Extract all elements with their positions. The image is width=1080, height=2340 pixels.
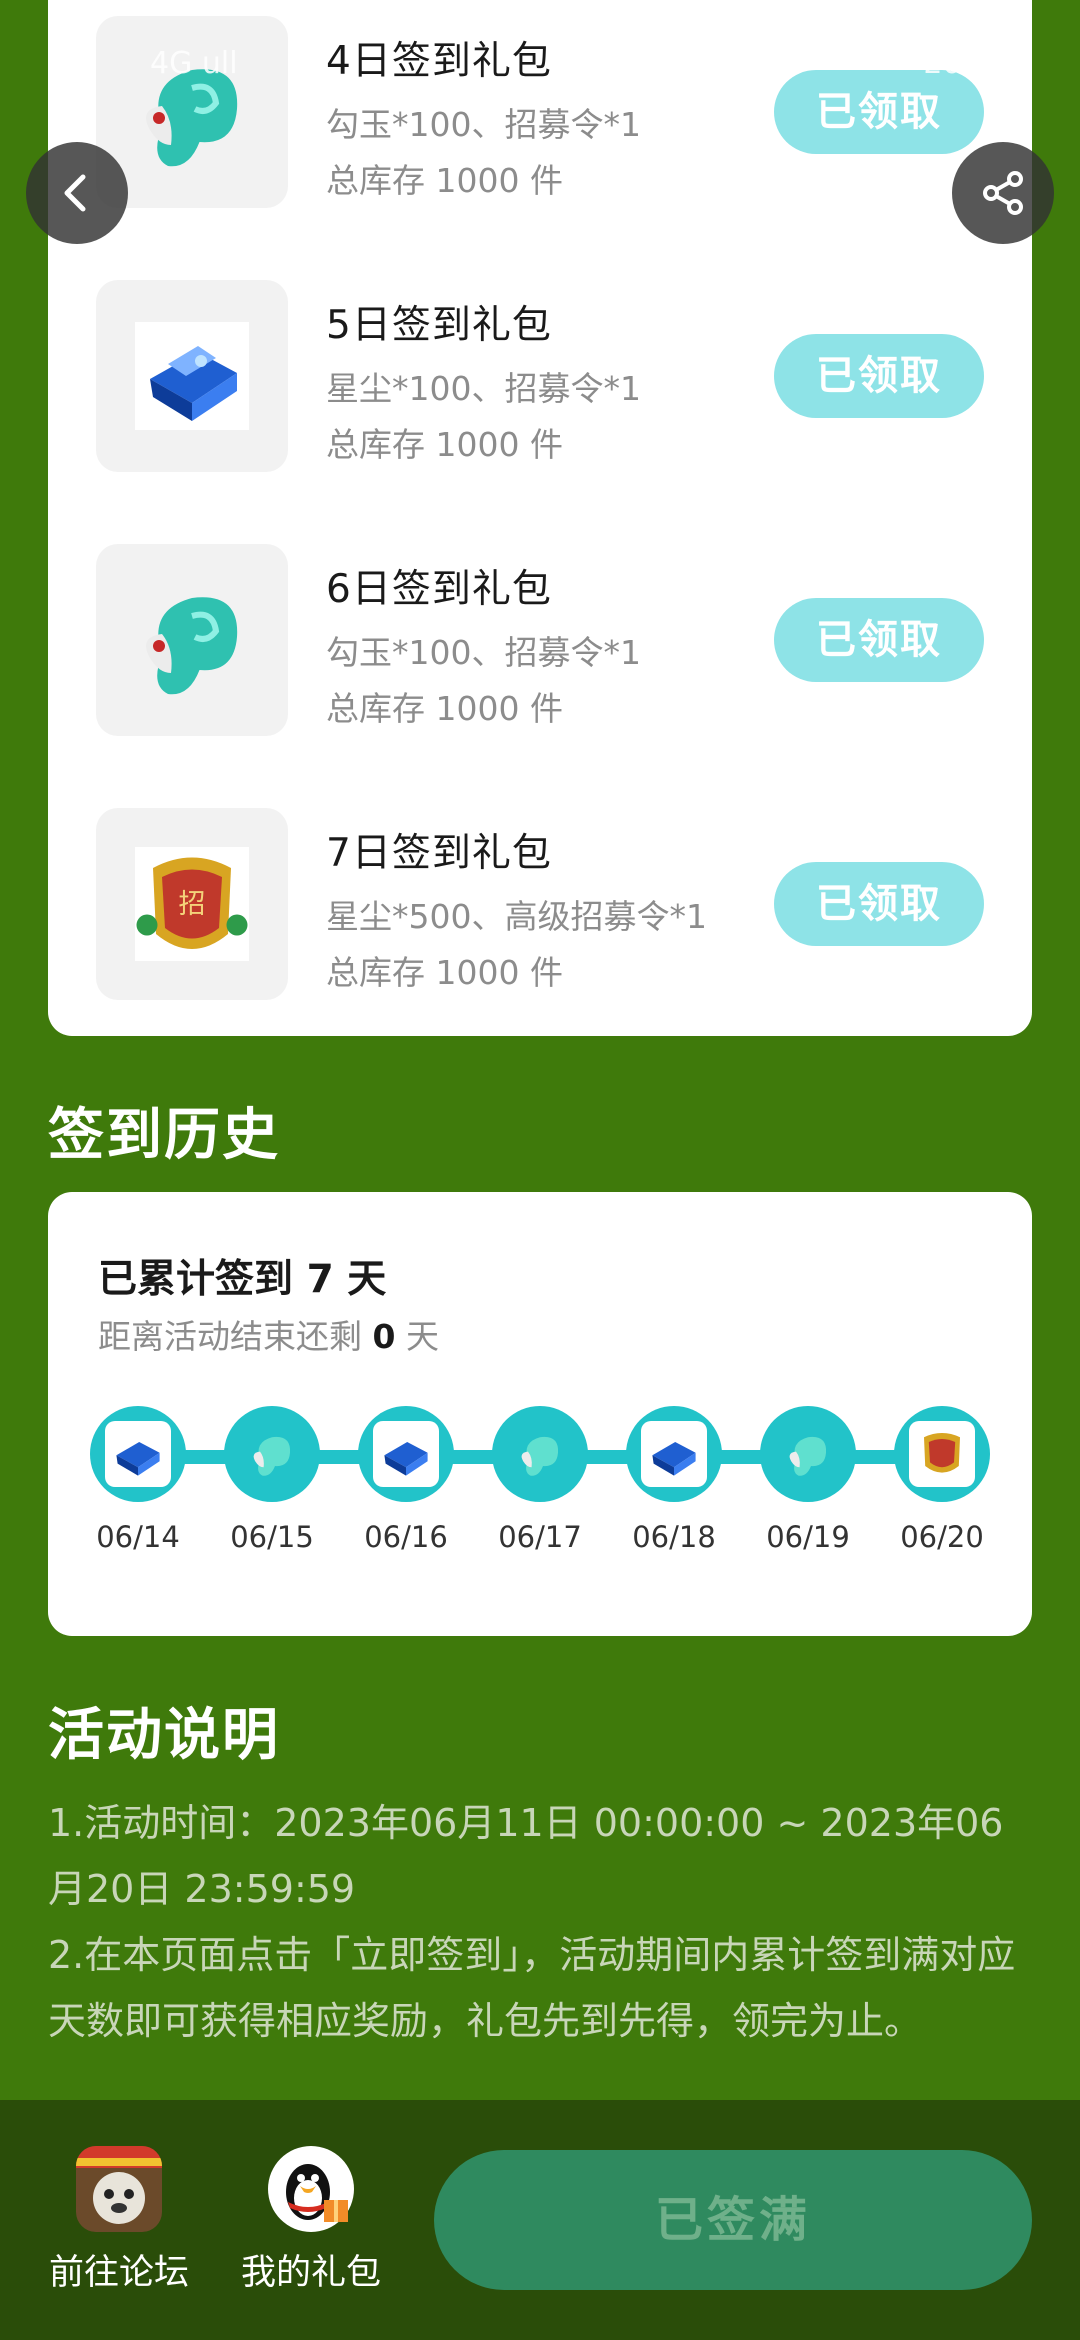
remaining-prefix: 距离活动结束还剩 bbox=[98, 1317, 373, 1356]
day-date: 06/18 bbox=[632, 1520, 716, 1554]
jade-icon bbox=[253, 1436, 291, 1476]
day-node bbox=[90, 1406, 186, 1502]
forum-button[interactable]: 前往论坛 bbox=[44, 2146, 194, 2295]
claimed-button[interactable]: 已领取 bbox=[774, 334, 984, 418]
gift-title: 7日签到礼包 bbox=[326, 831, 552, 876]
day-date: 06/14 bbox=[96, 1520, 180, 1554]
day-date: 06/16 bbox=[364, 1520, 448, 1554]
day-date: 06/20 bbox=[900, 1520, 984, 1554]
gift-desc: 星尘*500、高级招募令*1 bbox=[326, 897, 707, 936]
gift-title: 6日签到礼包 bbox=[326, 567, 552, 612]
my-gifts-button[interactable]: 我的礼包 bbox=[236, 2146, 386, 2295]
back-button[interactable] bbox=[26, 142, 128, 244]
signed-full-button[interactable]: 已签满 bbox=[434, 2150, 1032, 2290]
day-node bbox=[626, 1406, 722, 1502]
page: 4日签到礼包 勾玉*100、招募令*1 总库存 1000 件 已领取 5日签到礼… bbox=[0, 0, 1080, 2340]
recruit-token-icon: 招 bbox=[96, 808, 288, 1000]
day-node bbox=[358, 1406, 454, 1502]
gift-stock: 总库存 1000 件 bbox=[326, 689, 563, 728]
claimed-button[interactable]: 已领取 bbox=[774, 862, 984, 946]
event-description: 1.活动时间：2023年06月11日 00:00:00 ~ 2023年06月20… bbox=[48, 1790, 1038, 2054]
stardust-chest-icon bbox=[384, 1442, 428, 1476]
recruit-token-icon bbox=[924, 1433, 960, 1473]
jade-icon bbox=[789, 1436, 827, 1476]
description-line-1: 1.活动时间：2023年06月11日 00:00:00 ~ 2023年06月20… bbox=[48, 1801, 1004, 1911]
qq-penguin-icon bbox=[268, 2146, 354, 2232]
day-node bbox=[224, 1406, 320, 1502]
gift-stock: 总库存 1000 件 bbox=[326, 161, 563, 200]
bottom-bar: 前往论坛 我的礼包 已签满 bbox=[0, 2100, 1080, 2340]
remaining-suffix: 天 bbox=[395, 1317, 439, 1356]
description-section-title: 活动说明 bbox=[48, 1703, 280, 1768]
gift-desc: 勾玉*100、招募令*1 bbox=[326, 633, 641, 672]
claimed-button[interactable]: 已领取 bbox=[774, 598, 984, 682]
jade-icon bbox=[96, 544, 288, 736]
gift-row-day6: 6日签到礼包 勾玉*100、招募令*1 总库存 1000 件 已领取 bbox=[48, 544, 1032, 740]
my-gifts-label: 我的礼包 bbox=[240, 2253, 381, 2293]
stardust-chest-icon bbox=[96, 280, 288, 472]
stardust-chest-icon bbox=[652, 1442, 696, 1476]
forum-label: 前往论坛 bbox=[48, 2253, 189, 2293]
day-node bbox=[894, 1406, 990, 1502]
signal-indicator: 4G ull bbox=[150, 46, 238, 81]
day-node bbox=[760, 1406, 856, 1502]
history-section-title: 签到历史 bbox=[48, 1103, 280, 1168]
gift-desc: 勾玉*100、招募令*1 bbox=[326, 105, 641, 144]
description-line-2: 2.在本页面点击「立即签到」，活动期间内累计签到满对应天数即可获得相应奖励，礼包… bbox=[48, 1933, 1016, 2043]
day-date: 06/15 bbox=[230, 1520, 314, 1554]
gift-list-card: 4日签到礼包 勾玉*100、招募令*1 总库存 1000 件 已领取 5日签到礼… bbox=[48, 0, 1032, 1036]
jade-icon bbox=[521, 1436, 559, 1476]
cumulative-days: 已累计签到 7 天 bbox=[98, 1257, 387, 1302]
gift-row-day5: 5日签到礼包 星尘*100、招募令*1 总库存 1000 件 已领取 bbox=[48, 280, 1032, 476]
stardust-chest-icon bbox=[116, 1442, 160, 1476]
gift-title: 5日签到礼包 bbox=[326, 303, 552, 348]
svg-text:招: 招 bbox=[179, 889, 206, 920]
battery-indicator: 20% bbox=[923, 46, 990, 81]
gift-stock: 总库存 1000 件 bbox=[326, 953, 563, 992]
remaining-days: 距离活动结束还剩 0 天 bbox=[98, 1310, 439, 1358]
gift-stock: 总库存 1000 件 bbox=[326, 425, 563, 464]
forum-game-icon bbox=[76, 2146, 162, 2232]
share-button[interactable] bbox=[952, 142, 1054, 244]
status-bar: 4G ull 20% bbox=[0, 36, 1080, 96]
chevron-left-icon bbox=[64, 174, 86, 212]
day-date: 06/19 bbox=[766, 1520, 850, 1554]
day-date: 06/17 bbox=[498, 1520, 582, 1554]
share-icon bbox=[983, 171, 1023, 215]
gift-desc: 星尘*100、招募令*1 bbox=[326, 369, 641, 408]
day-node bbox=[492, 1406, 588, 1502]
history-card: 已累计签到 7 天 距离活动结束还剩 0 天 06/14 06/15 06/16… bbox=[48, 1192, 1032, 1636]
gift-row-day7: 招 7日签到礼包 星尘*500、高级招募令*1 总库存 1000 件 已领取 bbox=[48, 808, 1032, 1004]
remaining-count: 0 bbox=[372, 1317, 396, 1356]
